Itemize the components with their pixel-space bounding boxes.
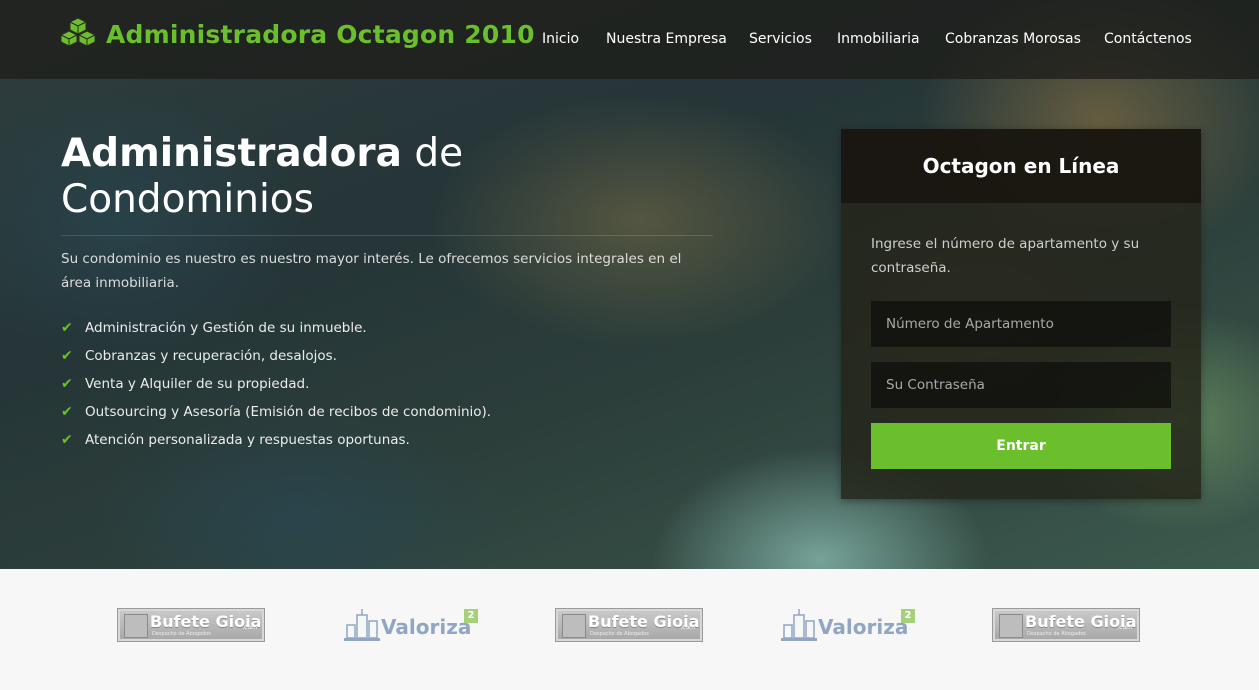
- partner-superscript: 2: [464, 609, 478, 623]
- feature-text: Venta y Alquiler de su propiedad.: [85, 376, 310, 392]
- list-item: ✔ Atención personalizada y respuestas opo…: [61, 426, 491, 454]
- nav-item-inmobiliaria[interactable]: Inmobiliaria: [837, 31, 920, 47]
- partner-logo-bufete-gioia[interactable]: Bufete Gioia .com Despacho de Abogados: [118, 609, 264, 641]
- cubes-icon: [59, 17, 97, 51]
- partner-domain: .com: [242, 624, 257, 631]
- partner-logo-valoriza[interactable]: Valoriza 2: [344, 607, 484, 645]
- hero-divider: [61, 235, 713, 236]
- nav-item-servicios[interactable]: Servicios: [749, 31, 812, 47]
- feature-list: ✔ Administración y Gestión de su inmueble…: [61, 314, 491, 454]
- list-item: ✔ Cobranzas y recuperación, desalojos.: [61, 342, 491, 370]
- partner-tagline: Despacho de Abogados: [152, 631, 211, 637]
- nav-item-contactenos[interactable]: Contáctenos: [1104, 31, 1192, 47]
- partners-strip: Bufete Gioia .com Despacho de Abogados V…: [0, 569, 1259, 690]
- brand[interactable]: Administradora Octagon 2010: [59, 17, 535, 51]
- check-icon: ✔: [61, 404, 73, 420]
- top-navbar: Administradora Octagon 2010 Inicio Nuest…: [0, 0, 1259, 79]
- partner-tagline: Despacho de Abogados: [590, 631, 649, 637]
- list-item: ✔ Outsourcing y Asesoría (Emisión de reci…: [61, 398, 491, 426]
- buildings-icon: [344, 609, 380, 641]
- check-icon: ✔: [61, 376, 73, 392]
- scales-icon: [124, 614, 148, 638]
- hero-section: Administradora Octagon 2010 Inicio Nuest…: [0, 0, 1259, 569]
- feature-text: Atención personalizada y respuestas opor…: [85, 432, 410, 448]
- list-item: ✔ Administración y Gestión de su inmueble…: [61, 314, 491, 342]
- list-item: ✔ Venta y Alquiler de su propiedad.: [61, 370, 491, 398]
- partner-name: Valoriza: [381, 615, 472, 639]
- login-panel: Octagon en Línea Ingrese el número de ap…: [841, 129, 1201, 499]
- scales-icon: [562, 614, 586, 638]
- scales-icon: [999, 614, 1023, 638]
- nav-item-cobranzas-morosas[interactable]: Cobranzas Morosas: [945, 31, 1081, 47]
- partner-logo-bufete-gioia[interactable]: Bufete Gioia .com Despacho de Abogados: [993, 609, 1139, 641]
- apartment-number-input[interactable]: [871, 301, 1171, 347]
- brand-name: Administradora Octagon 2010: [106, 19, 535, 49]
- nav-item-inicio[interactable]: Inicio: [542, 31, 579, 47]
- password-input[interactable]: [871, 362, 1171, 408]
- partner-domain: .com: [1117, 624, 1132, 631]
- buildings-icon: [781, 609, 817, 641]
- check-icon: ✔: [61, 432, 73, 448]
- partner-name: Valoriza: [818, 615, 909, 639]
- login-header: Octagon en Línea: [841, 129, 1201, 203]
- hero-intro: Su condominio es nuestro es nuestro mayo…: [61, 251, 682, 291]
- partner-logo-valoriza[interactable]: Valoriza 2: [781, 607, 921, 645]
- nav-item-nuestra-empresa[interactable]: Nuestra Empresa: [606, 31, 727, 47]
- feature-text: Administración y Gestión de su inmueble.: [85, 320, 367, 336]
- login-description: Ingrese el número de apartamento y su co…: [871, 236, 1140, 276]
- feature-text: Outsourcing y Asesoría (Emisión de recib…: [85, 404, 492, 420]
- hero-title-bold: Administradora: [61, 131, 402, 176]
- partner-superscript: 2: [901, 609, 915, 623]
- enter-button[interactable]: Entrar: [871, 423, 1171, 469]
- check-icon: ✔: [61, 348, 73, 364]
- login-title: Octagon en Línea: [922, 154, 1120, 178]
- partner-domain: .com: [680, 624, 695, 631]
- partner-logo-bufete-gioia[interactable]: Bufete Gioia .com Despacho de Abogados: [556, 609, 702, 641]
- partner-tagline: Despacho de Abogados: [1027, 631, 1086, 637]
- feature-text: Cobranzas y recuperación, desalojos.: [85, 348, 337, 364]
- check-icon: ✔: [61, 320, 73, 336]
- hero-title: Administradora de Condominios: [61, 131, 711, 223]
